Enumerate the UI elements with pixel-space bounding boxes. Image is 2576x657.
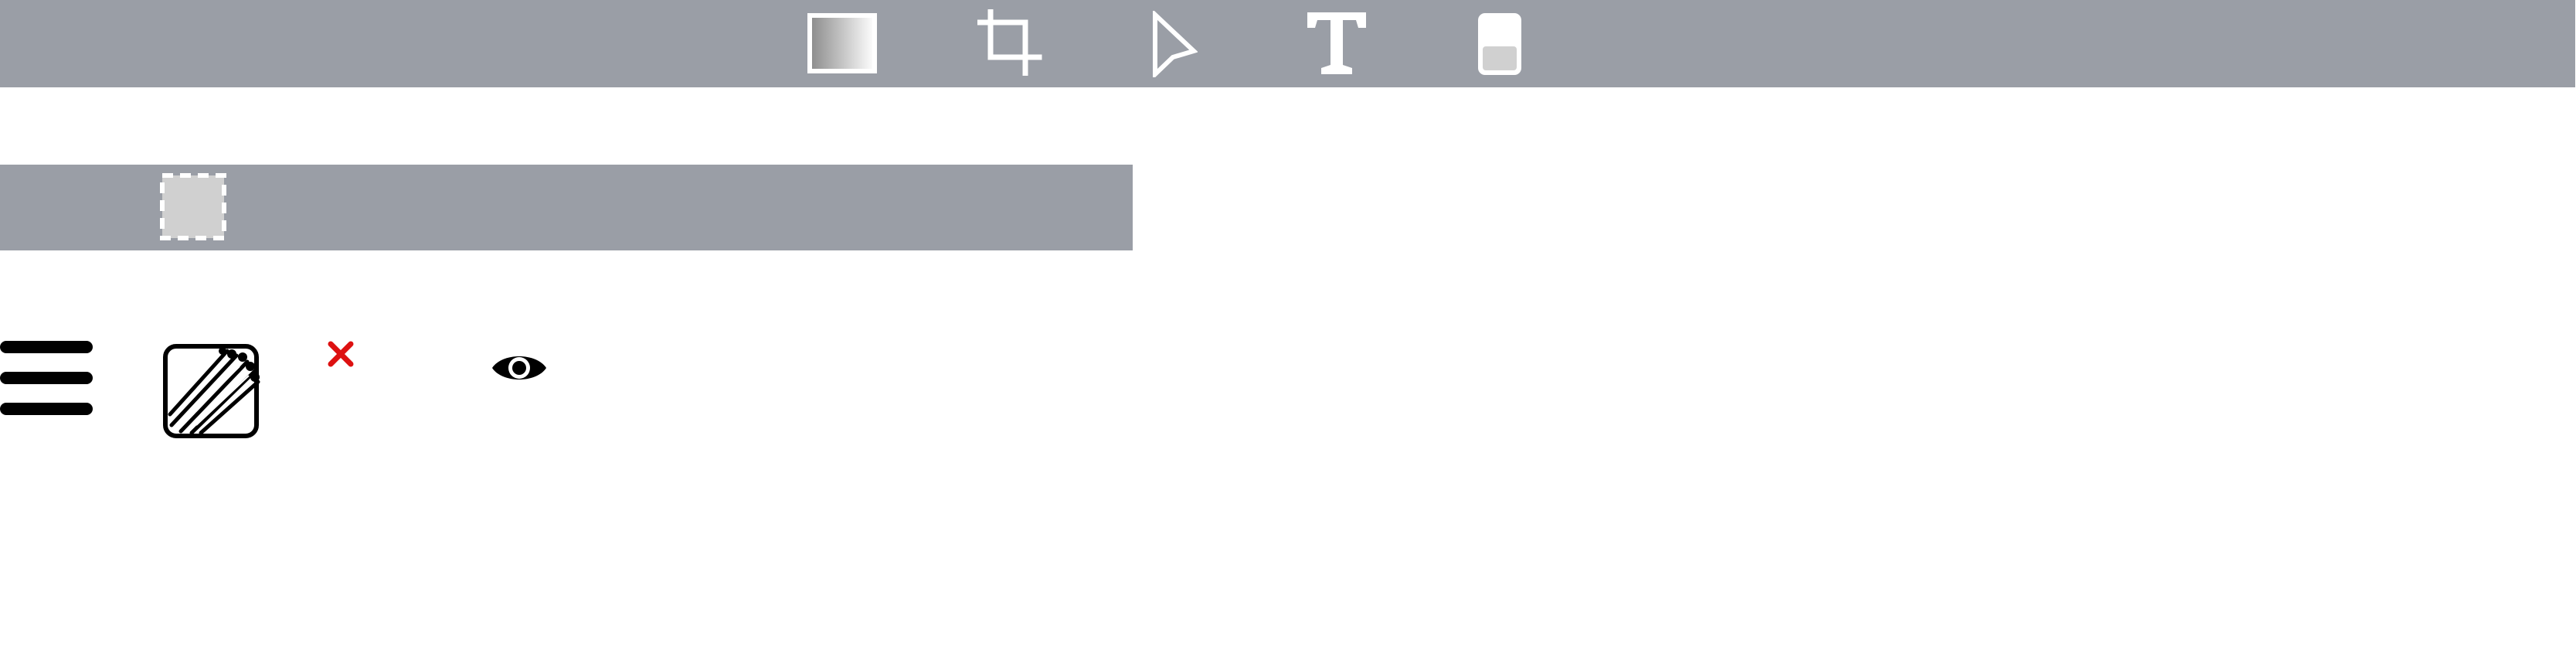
- gradient-rectangle-icon[interactable]: [807, 13, 877, 73]
- fill-level-icon[interactable]: [1476, 11, 1524, 77]
- hamburger-menu-icon[interactable]: [0, 340, 93, 416]
- close-icon[interactable]: [326, 340, 355, 368]
- pencils-bundle-icon[interactable]: [162, 340, 263, 441]
- selection-marquee-icon[interactable]: [159, 172, 227, 241]
- top-toolbar: [0, 0, 2575, 87]
- eye-icon[interactable]: [490, 349, 549, 386]
- crop-icon[interactable]: [977, 9, 1043, 76]
- secondary-toolbar: [0, 165, 1133, 250]
- text-icon[interactable]: [1306, 11, 1368, 76]
- pointer-icon[interactable]: [1151, 11, 1198, 77]
